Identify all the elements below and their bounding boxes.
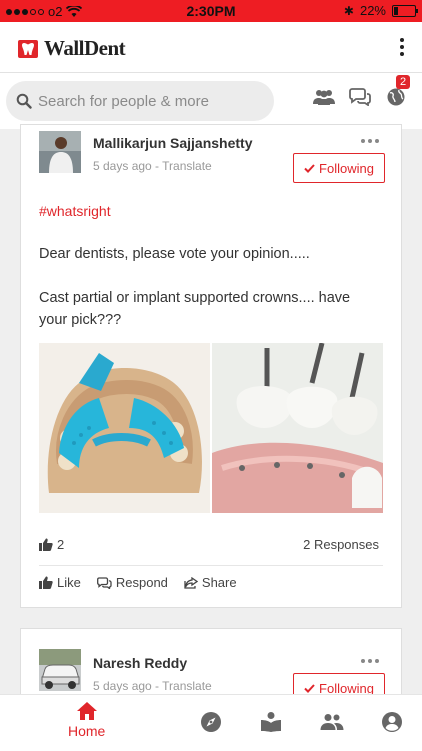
- author-name[interactable]: Mallikarjun Sajjanshetty: [93, 135, 253, 151]
- hashtag-link[interactable]: #whatsright: [39, 203, 111, 219]
- share-label: Share: [201, 575, 237, 590]
- following-label: Following: [319, 160, 374, 176]
- author-name[interactable]: Naresh Reddy: [93, 655, 187, 671]
- overflow-menu-icon[interactable]: [400, 38, 404, 56]
- nav-home[interactable]: Home: [68, 701, 105, 739]
- post-more-icon[interactable]: [361, 659, 379, 663]
- app-logo[interactable]: WallDent: [18, 36, 126, 61]
- battery-percent: 22%: [359, 3, 386, 18]
- nav-learn[interactable]: [260, 712, 282, 732]
- post-actions: Like Respond Share: [39, 575, 237, 590]
- thumbs-up-icon: [39, 538, 53, 551]
- people-icon[interactable]: [312, 85, 336, 109]
- profile-icon: [382, 712, 402, 732]
- chat-icon[interactable]: [348, 85, 372, 109]
- reading-book-icon: [261, 712, 281, 732]
- post-text: Dear dentists, please vote your opinion.…: [39, 246, 310, 262]
- nav-explore[interactable]: [200, 711, 222, 733]
- bluetooth-icon: ✱: [343, 3, 354, 18]
- post-meta[interactable]: 5 days ago - Translate: [93, 679, 212, 693]
- post-question: Cast partial or implant supported crowns…: [39, 290, 351, 328]
- search-box[interactable]: [6, 81, 274, 121]
- header-icons: 2: [312, 75, 410, 109]
- post-meta[interactable]: 5 days ago - Translate: [93, 159, 212, 173]
- check-icon: [304, 683, 315, 693]
- thumbs-up-icon: [39, 576, 53, 589]
- share-button[interactable]: Share: [184, 575, 237, 590]
- author-avatar[interactable]: [39, 131, 81, 173]
- search-icon: [16, 93, 32, 109]
- implant-crowns-image[interactable]: [212, 343, 383, 513]
- following-button[interactable]: Following: [293, 153, 385, 183]
- notifications-globe-icon[interactable]: 2: [384, 75, 410, 109]
- like-label: Like: [57, 575, 81, 590]
- cast-partial-denture-image[interactable]: [39, 343, 210, 513]
- check-icon: [304, 163, 315, 173]
- people-icon: [320, 714, 344, 730]
- nav-home-label: Home: [68, 723, 106, 739]
- home-icon: [76, 702, 97, 720]
- responses-count[interactable]: 2 Responses: [303, 537, 379, 552]
- author-avatar[interactable]: [39, 649, 81, 691]
- battery-area: ✱ 22%: [343, 3, 418, 18]
- post-more-icon[interactable]: [361, 139, 379, 143]
- search-bar-row: 2: [0, 73, 422, 129]
- respond-label: Respond: [115, 575, 168, 590]
- chat-bubbles-icon: [96, 576, 112, 589]
- likes-value: 2: [57, 537, 65, 552]
- post-card: Mallikarjun Sajjanshetty 5 days ago - Tr…: [20, 124, 402, 608]
- share-icon: [184, 576, 198, 589]
- bottom-navigation: Home: [0, 694, 422, 751]
- nav-community[interactable]: [320, 713, 344, 731]
- app-header: WallDent: [0, 22, 422, 73]
- post-images[interactable]: [39, 343, 383, 513]
- app-name: WallDent: [44, 36, 126, 60]
- battery-icon: [392, 4, 418, 17]
- compass-icon: [201, 712, 221, 732]
- search-input[interactable]: [36, 91, 260, 111]
- divider: [39, 565, 383, 566]
- like-count[interactable]: 2: [39, 537, 64, 552]
- like-button[interactable]: Like: [39, 575, 81, 590]
- nav-profile[interactable]: [381, 711, 403, 733]
- respond-button[interactable]: Respond: [96, 575, 168, 590]
- status-bar: o2 2:30PM ✱ 22%: [0, 0, 422, 22]
- notification-badge: 2: [396, 75, 410, 89]
- tooth-logo-icon: [18, 39, 38, 58]
